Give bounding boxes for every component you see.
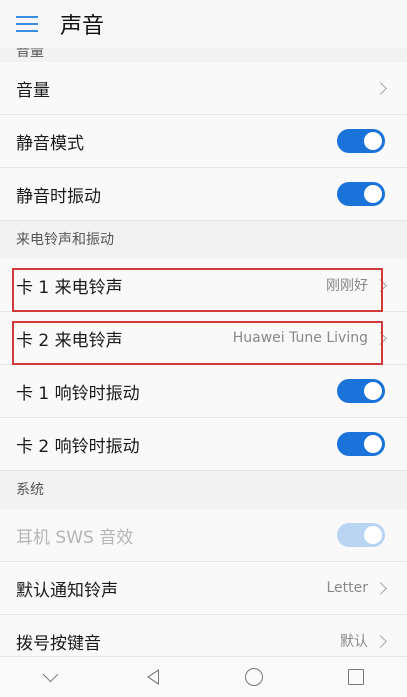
toggle-knob: [364, 132, 382, 150]
sim2-ringtone-label: 卡 2 来电铃声: [16, 330, 123, 351]
notification-tone-row[interactable]: 默认通知铃声 Letter: [0, 562, 407, 615]
back-triangle-icon: [146, 669, 159, 685]
settings-list: 音量 音量 静音模式 静音时振动 来电铃声和振动 卡 1 来电铃声 刚刚好 卡 …: [0, 48, 407, 668]
home-circle-icon: [245, 668, 264, 686]
volume-row[interactable]: 音量: [0, 62, 407, 115]
toggle-knob: [364, 382, 382, 400]
toggle-knob: [364, 435, 382, 453]
chevron-right-icon: [374, 278, 387, 292]
sim1-vibrate-label: 卡 1 响铃时振动: [16, 383, 140, 404]
sim1-vibrate-toggle[interactable]: [337, 379, 385, 403]
silent-mode-toggle[interactable]: [337, 129, 385, 153]
section-header-volume: 音量: [0, 48, 407, 62]
sim2-vibrate-toggle[interactable]: [337, 432, 385, 456]
sim2-vibrate-row: 卡 2 响铃时振动: [0, 418, 407, 471]
silent-mode-label: 静音模式: [16, 133, 84, 154]
vibrate-silent-row: 静音时振动: [0, 168, 407, 221]
notification-tone-label: 默认通知铃声: [16, 580, 118, 601]
chevron-right-icon: [374, 581, 387, 595]
dial-tone-label: 拨号按键音: [16, 633, 101, 654]
sim1-ringtone-value: 刚刚好: [326, 278, 368, 294]
silent-mode-row: 静音模式: [0, 115, 407, 168]
chevron-down-icon: [43, 666, 59, 682]
toggle-knob: [364, 185, 382, 203]
toggle-knob: [364, 526, 382, 544]
sim2-ringtone-row[interactable]: 卡 2 来电铃声 Huawei Tune Living: [0, 312, 407, 365]
nav-back-button[interactable]: [123, 657, 183, 697]
nav-home-button[interactable]: [224, 657, 284, 697]
chevron-right-icon: [374, 634, 387, 648]
nav-down-button[interactable]: [21, 657, 81, 697]
chevron-right-icon: [374, 331, 387, 345]
menu-icon[interactable]: [16, 16, 38, 32]
sim2-vibrate-label: 卡 2 响铃时振动: [16, 436, 140, 457]
earphone-sws-row: 耳机 SWS 音效: [0, 509, 407, 562]
volume-label: 音量: [16, 80, 50, 101]
notification-tone-value: Letter: [326, 580, 368, 596]
sim1-vibrate-row: 卡 1 响铃时振动: [0, 365, 407, 418]
chevron-right-icon: [374, 81, 387, 95]
sim2-ringtone-value: Huawei Tune Living: [232, 330, 368, 346]
dial-tone-value: 默认: [340, 634, 368, 650]
app-header: 声音: [0, 0, 407, 48]
earphone-sws-toggle: [337, 523, 385, 547]
page-title: 声音: [60, 14, 105, 39]
sim1-ringtone-label: 卡 1 来电铃声: [16, 277, 123, 298]
vibrate-silent-toggle[interactable]: [337, 182, 385, 206]
section-header-ringtone: 来电铃声和振动: [0, 221, 407, 259]
section-header-system: 系统: [0, 471, 407, 509]
vibrate-silent-label: 静音时振动: [16, 186, 101, 207]
nav-recent-button[interactable]: [326, 657, 386, 697]
earphone-sws-label: 耳机 SWS 音效: [16, 527, 134, 548]
sim1-ringtone-row[interactable]: 卡 1 来电铃声 刚刚好: [0, 259, 407, 312]
navigation-bar: [0, 656, 407, 697]
recent-apps-square-icon: [348, 669, 365, 685]
